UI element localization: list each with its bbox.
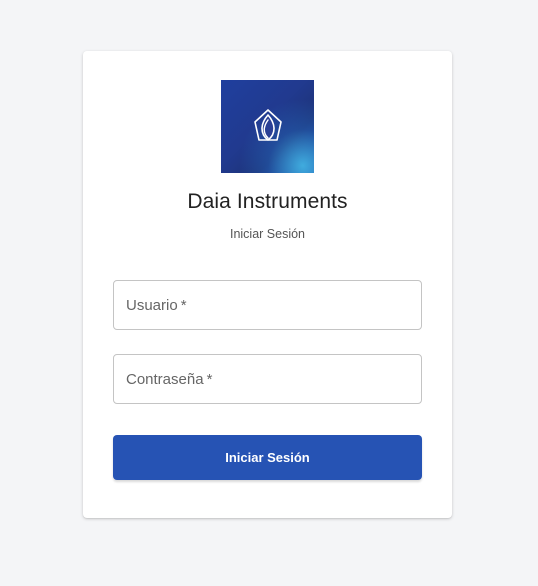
page-subtitle: Iniciar Sesión [229, 227, 306, 241]
username-label: Usuario [126, 296, 178, 314]
password-label: Contraseña [126, 370, 204, 388]
login-button[interactable]: Iniciar Sesión [113, 435, 422, 480]
password-required-marker: * [206, 370, 213, 388]
company-name: Daia Instruments [187, 190, 348, 213]
password-field[interactable]: Contraseña * [113, 354, 422, 404]
username-field[interactable]: Usuario * [113, 280, 422, 330]
drop-flame-hexagon-icon [253, 108, 282, 141]
company-logo [221, 80, 314, 173]
username-required-marker: * [180, 296, 187, 314]
login-card: Daia Instruments Iniciar Sesión Usuario *… [83, 51, 452, 518]
